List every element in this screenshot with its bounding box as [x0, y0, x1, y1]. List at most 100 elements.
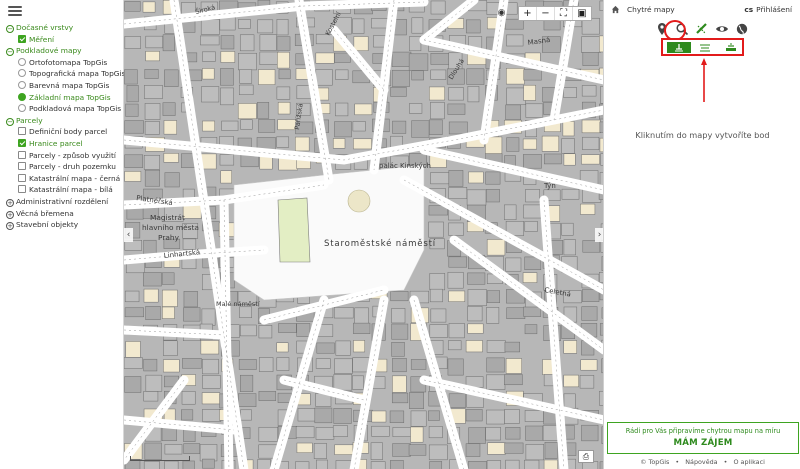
layer-item-label: Topografická mapa TopGis [29, 69, 126, 79]
layer-item[interactable]: Ortofotomapa TopGis [18, 57, 107, 69]
layer-item[interactable]: Topografická mapa TopGis [18, 68, 125, 80]
building [201, 392, 221, 405]
expand-icon[interactable]: ⛶ [555, 7, 573, 20]
collapse-icon[interactable]: − [6, 48, 14, 57]
collapse-left-button[interactable]: ‹ [124, 228, 133, 242]
building [523, 154, 542, 169]
home-icon[interactable] [611, 5, 620, 14]
help-link[interactable]: Nápověda [685, 458, 717, 466]
building [465, 409, 483, 422]
measure-area-button[interactable] [719, 42, 743, 53]
layer-item[interactable]: Katastrální mapa - černá [18, 173, 120, 185]
layer-item[interactable]: Hranice parcel [18, 138, 83, 150]
zoom-in-button[interactable]: + [519, 7, 537, 20]
layer-item[interactable]: Parcely - druh pozemku [18, 161, 116, 173]
measure-icon[interactable] [695, 22, 709, 36]
promo-box[interactable]: Rádi pro Vás připravíme chytrou mapu na … [607, 422, 799, 454]
building [315, 52, 335, 64]
basemap-radio[interactable] [18, 92, 26, 101]
building [448, 340, 462, 351]
layer-checkbox[interactable] [18, 173, 26, 182]
promo-cta-button[interactable]: MÁM ZÁJEM [608, 438, 798, 448]
building [371, 18, 389, 29]
layer-checkbox[interactable] [18, 139, 26, 147]
layer-group[interactable]: + Věcná břemena [6, 208, 74, 220]
building [467, 289, 487, 307]
locate-icon[interactable]: ◉ [496, 7, 507, 20]
map-view[interactable]: Staroměstské náměstí Masná Týn Celetná Platn… [124, 0, 604, 469]
extent-icon[interactable]: ▣ [573, 7, 591, 20]
layer-group[interactable]: + Stavební objekty [6, 219, 78, 231]
building [600, 153, 603, 166]
layer-group[interactable]: − Podkladové mapy [6, 45, 82, 57]
building [278, 69, 291, 80]
building [563, 239, 576, 256]
building [124, 357, 143, 369]
menu-icon[interactable] [8, 6, 22, 16]
building [238, 52, 257, 71]
building [599, 137, 603, 153]
globe-icon[interactable] [735, 22, 749, 36]
building [143, 461, 160, 469]
building [522, 272, 538, 283]
building [124, 1, 141, 12]
building [523, 306, 542, 317]
layer-checkbox[interactable] [18, 162, 26, 171]
layer-checkbox[interactable] [18, 127, 26, 136]
login-link[interactable]: cs Přihlášení [744, 5, 792, 14]
eye-icon[interactable] [715, 22, 729, 36]
layer-group[interactable]: + Administrativní rozdělení [6, 196, 108, 208]
expand-icon[interactable]: + [6, 210, 14, 219]
building [335, 69, 349, 80]
zoom-out-button[interactable]: − [537, 7, 555, 20]
layer-item[interactable]: Definiční body parcel [18, 126, 107, 138]
building [465, 19, 481, 34]
building [220, 87, 234, 106]
basemap-radio[interactable] [18, 104, 26, 113]
layer-item[interactable]: Základní mapa TopGis [18, 92, 111, 104]
layer-item-label: Katastrální mapa - černá [29, 173, 121, 183]
layer-item[interactable]: Podkladová mapa TopGis [18, 103, 121, 115]
building [430, 69, 447, 80]
building [333, 408, 352, 424]
scale-bar [130, 456, 190, 461]
building [561, 188, 580, 200]
map-canvas[interactable]: Staroměstské náměstíMasnáTýnCeletnáPlatn… [124, 0, 604, 469]
collapse-right-button[interactable]: › [595, 228, 603, 242]
layer-group[interactable]: − Parcely [6, 115, 43, 127]
building [448, 170, 464, 187]
expand-icon[interactable]: + [6, 222, 14, 231]
basemap-radio[interactable] [18, 69, 26, 78]
measure-line-button[interactable] [693, 42, 717, 53]
collapse-icon[interactable]: − [6, 117, 14, 126]
building [599, 461, 603, 469]
building [352, 121, 366, 132]
layer-group-label: Administrativní rozdělení [16, 197, 109, 206]
building [466, 189, 487, 206]
printer-icon[interactable]: ⎙ [578, 450, 594, 463]
building [200, 19, 220, 35]
layer-checkbox[interactable] [18, 185, 26, 194]
building [562, 120, 575, 137]
layer-item-label: Parcely - způsob využití [29, 150, 116, 160]
expand-icon[interactable]: + [6, 199, 14, 207]
building [334, 52, 351, 63]
building [258, 426, 278, 442]
building [448, 121, 468, 135]
basemap-radio[interactable] [18, 57, 26, 66]
layer-item[interactable]: Měření [18, 34, 54, 46]
layer-item[interactable]: Katastrální mapa - bílá [18, 184, 113, 196]
layer-item[interactable]: Parcely - způsob využití [18, 150, 116, 162]
collapse-icon[interactable]: − [6, 25, 14, 33]
measure-point-button[interactable] [667, 42, 691, 53]
language-switch[interactable]: cs [744, 5, 753, 14]
building [144, 121, 160, 135]
layer-checkbox[interactable] [18, 34, 26, 43]
about-link[interactable]: O aplikaci [733, 458, 764, 466]
building [144, 85, 163, 99]
building [506, 307, 526, 320]
layer-checkbox[interactable] [18, 150, 26, 159]
layer-item[interactable]: Barevná mapa TopGis [18, 80, 109, 92]
basemap-radio[interactable] [18, 81, 26, 89]
layer-group[interactable]: − Dočasné vrstvy [6, 22, 73, 34]
